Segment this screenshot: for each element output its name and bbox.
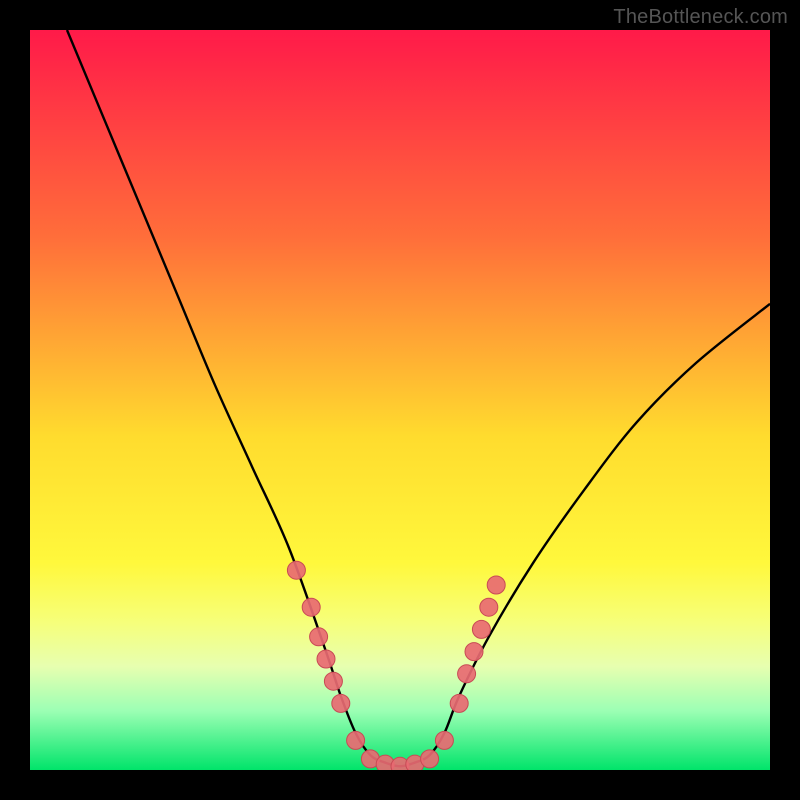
marker-point: [465, 643, 483, 661]
marker-point: [287, 561, 305, 579]
marker-point: [480, 598, 498, 616]
chart-svg: [30, 30, 770, 770]
marker-point: [302, 598, 320, 616]
marker-point: [472, 620, 490, 638]
marker-point: [347, 731, 365, 749]
watermark-text: TheBottleneck.com: [613, 6, 788, 29]
marker-point: [450, 694, 468, 712]
marker-point: [332, 694, 350, 712]
marker-point: [324, 672, 342, 690]
marker-point: [458, 665, 476, 683]
plot-area: [30, 30, 770, 770]
marker-point: [421, 750, 439, 768]
marker-point: [487, 576, 505, 594]
marker-point: [317, 650, 335, 668]
marker-point: [310, 628, 328, 646]
marker-point: [435, 731, 453, 749]
outer-frame: TheBottleneck.com: [0, 0, 800, 800]
